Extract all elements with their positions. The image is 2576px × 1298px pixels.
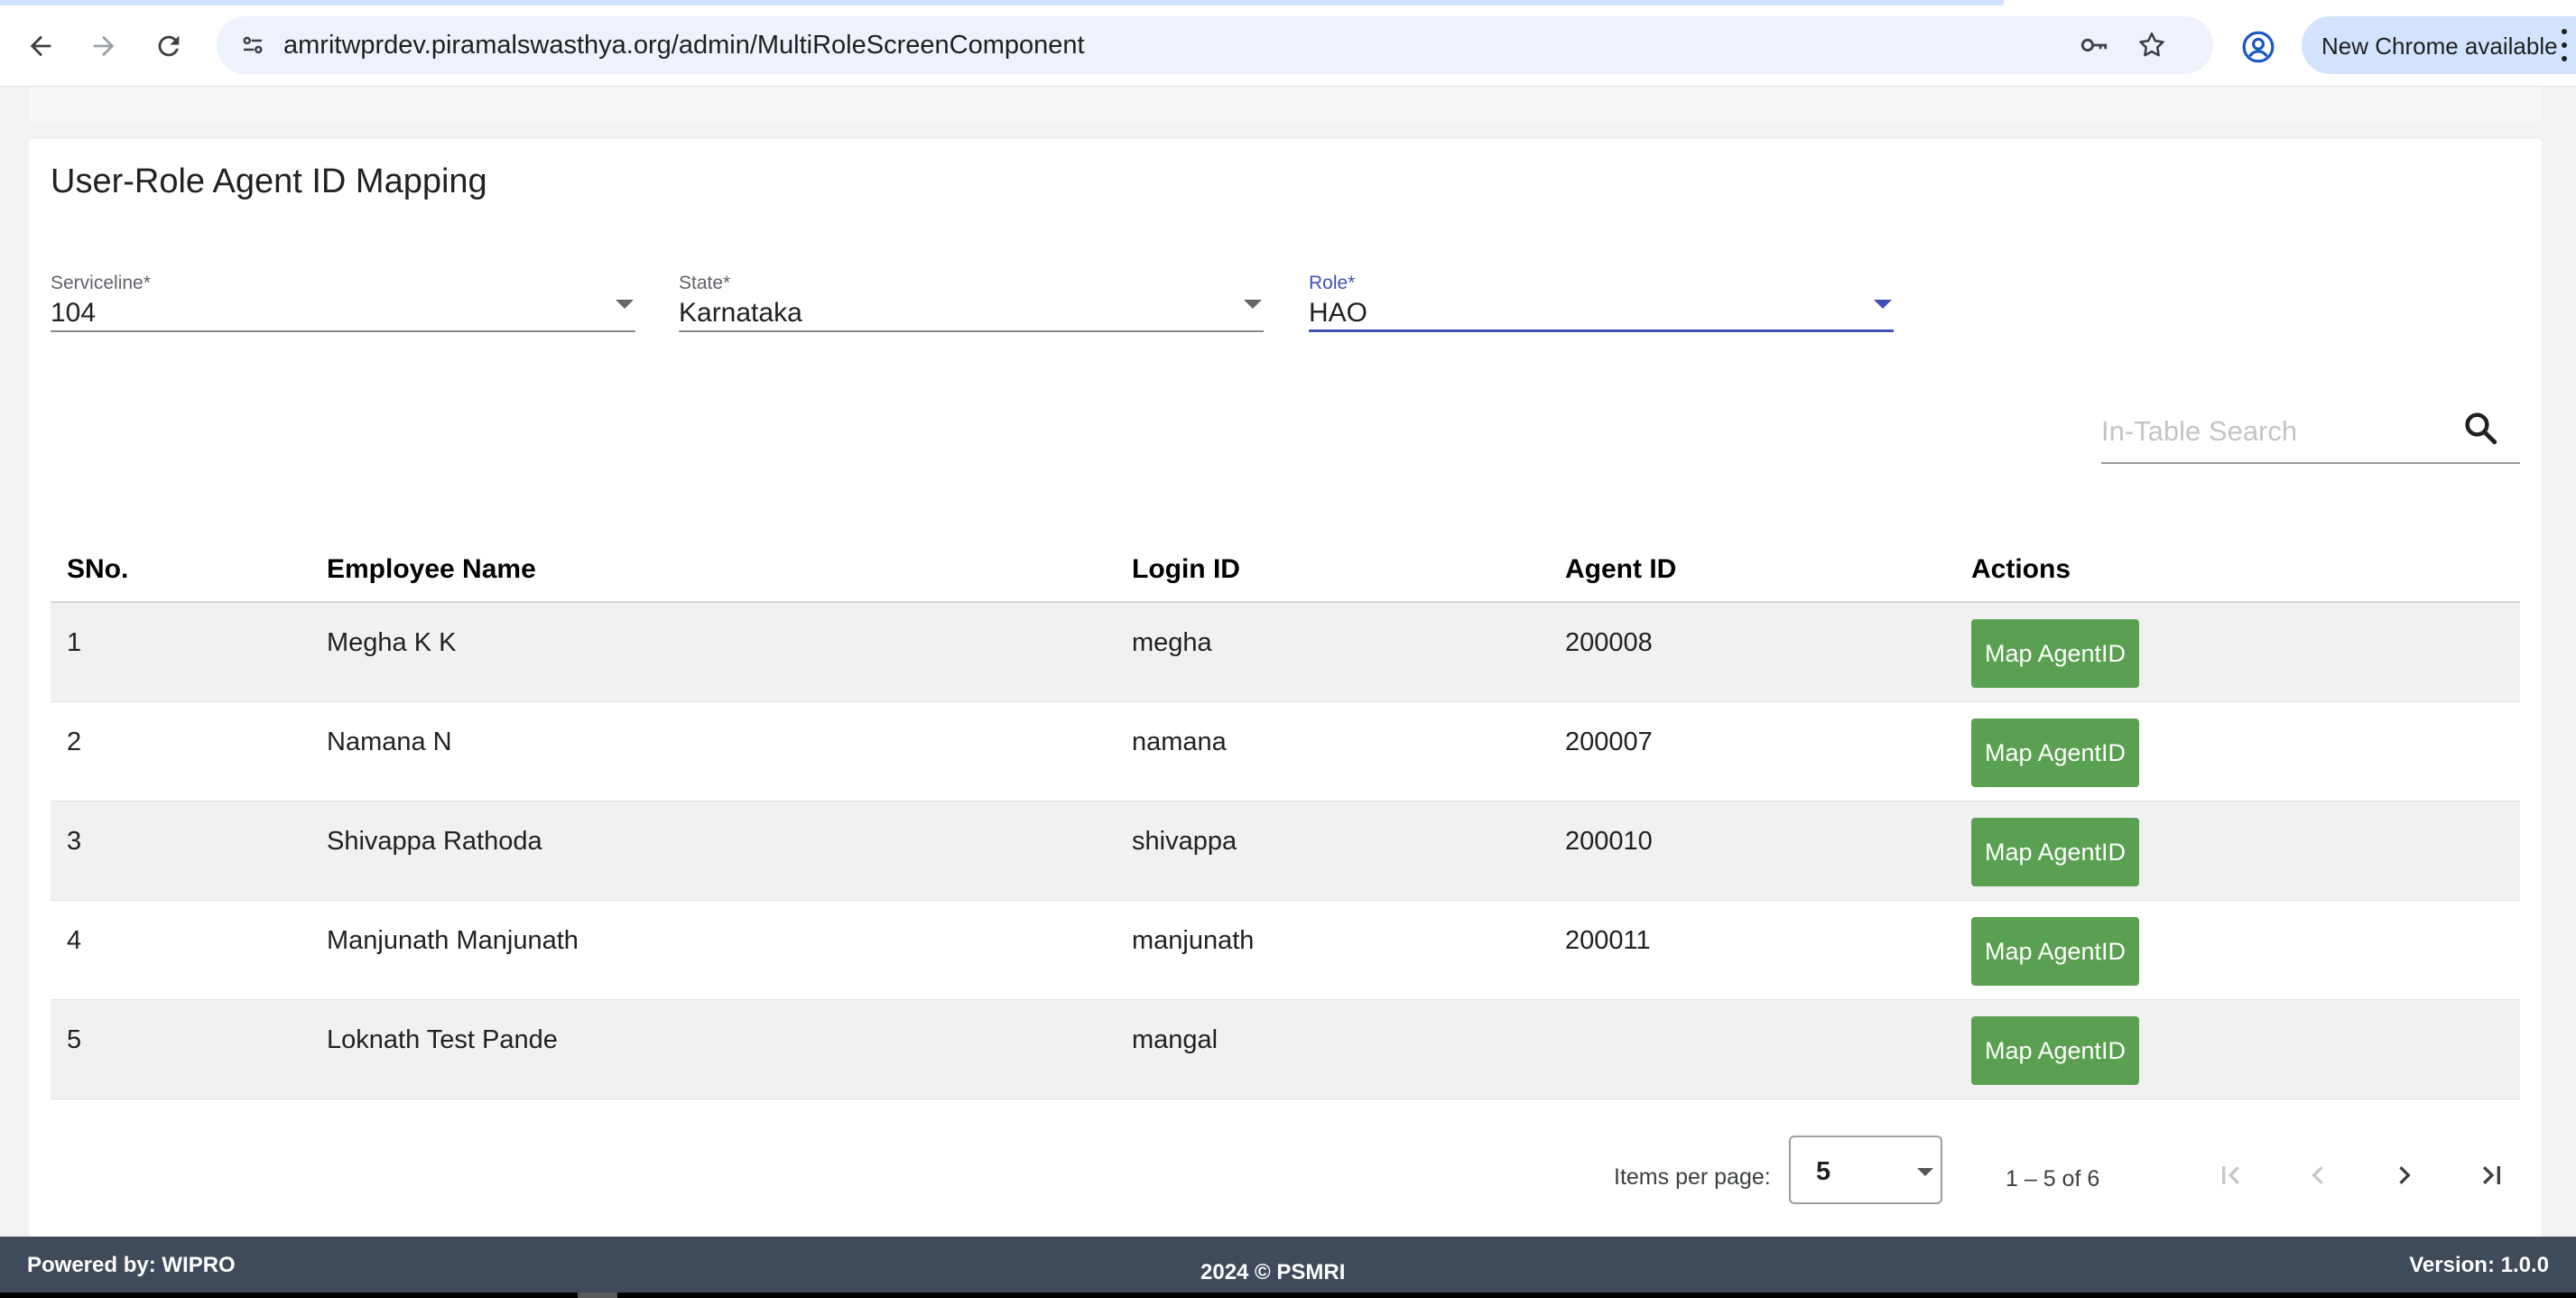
header-actions: Actions [1971,554,2071,584]
first-page-icon [2222,1166,2239,1184]
chevron-down-icon [1917,1168,1933,1176]
header-employee-name: Employee Name [327,554,536,584]
cell-login-id: shivappa [1132,827,1237,856]
in-table-search-input[interactable]: In-Table Search [2101,392,2520,464]
cell-sno: 2 [67,728,82,756]
agent-mapping-table: SNo. Employee Name Login ID Agent ID Act… [51,531,2520,1099]
header-agent-id: Agent ID [1565,554,1677,584]
page-title: User-Role Agent ID Mapping [51,162,487,200]
state-value: Karnataka [679,298,802,328]
table-row: 3 Shivappa Rathoda shivappa 200010 Map A… [51,802,2520,901]
reload-button[interactable] [146,23,191,69]
page-range-label: 1 – 5 of 6 [2006,1166,2100,1191]
cell-agent-id: 200010 [1565,827,1653,856]
star-icon[interactable] [2134,27,2170,63]
cell-sno: 3 [67,827,82,856]
back-button[interactable] [18,23,63,69]
version-label: Version: 1.0.0 [2409,1253,2549,1277]
cell-employee-name: Shivappa Rathoda [327,827,542,856]
cell-agent-id: 200011 [1565,926,1651,955]
role-label: Role* [1309,273,1356,293]
chevron-down-icon [616,300,634,309]
address-bar[interactable]: amritwprdev.piramalswasthya.org/admin/Mu… [217,16,2213,74]
previous-section-card [29,87,2542,121]
chrome-update-label: New Chrome available [2321,32,2558,60]
paginator: Items per page: 5 1 – 5 of 6 [29,1132,2542,1222]
header-sno: SNo. [67,554,129,584]
last-page-icon [2483,1166,2500,1184]
table-header: SNo. Employee Name Login ID Agent ID Act… [51,531,2520,603]
cell-login-id: mangal [1132,1025,1219,1054]
last-page-button[interactable] [2466,1150,2516,1201]
cell-employee-name: Namana N [327,728,452,756]
copyright-label: 2024 © PSMRI [1200,1260,1346,1284]
search-icon[interactable] [2459,406,2502,450]
url-text[interactable]: amritwprdev.piramalswasthya.org/admin/Mu… [283,31,1085,60]
cell-login-id: manjunath [1132,926,1255,955]
first-page-button[interactable] [2206,1150,2256,1201]
table-row: 5 Loknath Test Pande mangal Map AgentID [51,1000,2520,1099]
serviceline-label: Serviceline* [51,273,151,293]
mapping-card: User-Role Agent ID Mapping Serviceline* … [29,139,2542,1237]
cell-agent-id: 200007 [1565,728,1653,756]
table-row: 1 Megha K K megha 200008 Map AgentID [51,603,2520,702]
cell-sno: 1 [67,628,82,657]
chevron-left-icon [2312,1166,2323,1184]
cell-employee-name: Manjunath Manjunath [327,926,579,955]
role-value: HAO [1309,298,1368,328]
cell-login-id: namana [1132,728,1227,756]
taskbar-strip [0,1293,2576,1298]
header-login-id: Login ID [1132,554,1240,584]
items-per-page-label: Items per page: [1614,1164,1771,1190]
map-agentid-button[interactable]: Map AgentID [1971,818,2139,886]
cell-login-id: megha [1132,628,1212,657]
key-icon[interactable] [2076,27,2112,63]
page-footer: Powered by: WIPRO 2024 © PSMRI Version: … [0,1237,2576,1298]
forward-button[interactable] [81,23,126,69]
arrow-left-icon [30,35,51,57]
more-menu-icon[interactable] [2560,29,2569,61]
search-placeholder: In-Table Search [2101,415,2298,447]
reload-icon [158,35,180,57]
items-per-page-value: 5 [1816,1157,1831,1186]
powered-by-label: Powered by: WIPRO [27,1253,236,1277]
arrow-right-icon [93,35,115,57]
state-select[interactable]: State* Karnataka [679,273,1264,332]
role-select[interactable]: Role* HAO [1309,273,1894,332]
chevron-down-icon [1874,300,1892,309]
serviceline-value: 104 [51,298,97,328]
map-agentid-button[interactable]: Map AgentID [1971,619,2139,688]
map-agentid-button[interactable]: Map AgentID [1971,719,2139,787]
table-row: 2 Namana N namana 200007 Map AgentID [51,702,2520,802]
items-per-page-select[interactable]: 5 [1789,1136,1942,1204]
site-settings-icon[interactable] [235,27,271,63]
chrome-update-button[interactable]: New Chrome available [2302,16,2576,74]
table-row: 4 Manjunath Manjunath manjunath 200011 M… [51,901,2520,1000]
profile-icon[interactable] [2238,27,2278,67]
next-page-button[interactable] [2379,1150,2430,1201]
chevron-down-icon [1244,300,1262,309]
previous-page-button[interactable] [2293,1150,2343,1201]
cell-sno: 4 [67,926,82,955]
cell-agent-id: 200008 [1565,628,1653,657]
cell-sno: 5 [67,1025,82,1054]
browser-toolbar: amritwprdev.piramalswasthya.org/admin/Mu… [0,5,2576,87]
chevron-right-icon [2399,1166,2411,1184]
state-label: State* [679,273,731,293]
map-agentid-button[interactable]: Map AgentID [1971,917,2139,986]
serviceline-select[interactable]: Serviceline* 104 [51,273,635,332]
map-agentid-button[interactable]: Map AgentID [1971,1016,2139,1085]
cell-employee-name: Megha K K [327,628,457,657]
cell-employee-name: Loknath Test Pande [327,1025,558,1054]
